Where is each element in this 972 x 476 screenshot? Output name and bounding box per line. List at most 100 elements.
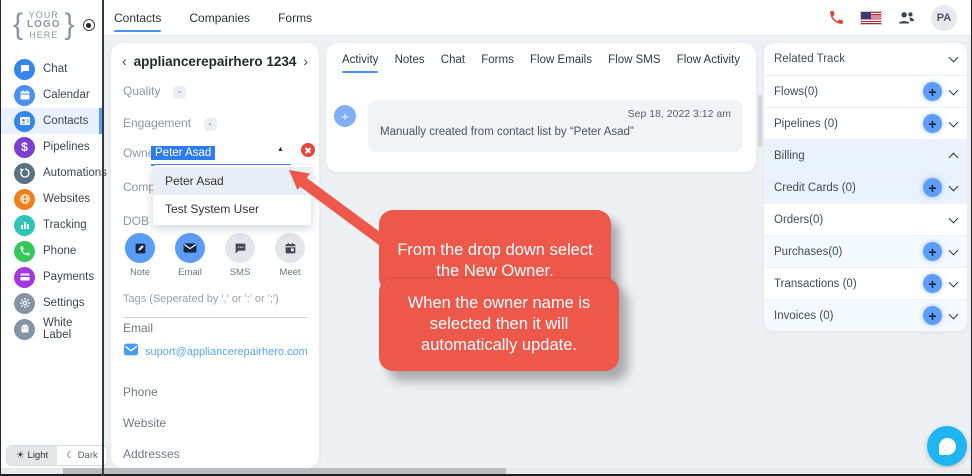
- next-contact-icon[interactable]: ›: [300, 53, 311, 69]
- add-activity-button[interactable]: +: [334, 105, 356, 127]
- sun-icon: ☀: [16, 450, 25, 461]
- dob-label: DOB: [123, 214, 150, 228]
- dialer-phone-icon[interactable]: [828, 9, 845, 26]
- tab-flow-sms[interactable]: Flow SMS: [608, 43, 660, 77]
- related-row-credit-cards[interactable]: Credit Cards (0) +: [764, 171, 967, 203]
- prev-contact-icon[interactable]: ‹: [119, 53, 130, 69]
- add-flow-button[interactable]: +: [923, 82, 942, 101]
- sidebar-item-label: Pipelines: [43, 141, 90, 153]
- related-row-related-track[interactable]: Related Track: [764, 43, 967, 75]
- quality-badge: -: [172, 86, 187, 99]
- add-purchase-button[interactable]: +: [923, 242, 942, 261]
- callout-text-1: From the drop down select the New Owner.: [397, 241, 593, 280]
- sidebar-item-label: Chat: [43, 63, 68, 75]
- note-button[interactable]: Note: [125, 233, 155, 278]
- sidebar-item-white-label[interactable]: White Label: [1, 316, 102, 342]
- chevron-down-icon[interactable]: [948, 85, 959, 95]
- plus-icon: +: [341, 108, 349, 124]
- tab-forms[interactable]: Forms: [481, 43, 514, 77]
- users-icon[interactable]: [897, 10, 916, 26]
- avatar[interactable]: PA: [931, 4, 957, 31]
- add-pipeline-button[interactable]: +: [923, 114, 942, 133]
- dropdown-option-test-system-user[interactable]: Test System User: [153, 195, 311, 223]
- phone-icon: [14, 240, 35, 262]
- tab-activity[interactable]: Activity: [342, 43, 379, 77]
- sidebar: { YOUR LOGO HERE } Chat Calendar Contact…: [1, 0, 108, 476]
- tab-companies[interactable]: Companies: [189, 0, 250, 35]
- email-section-label: Email: [123, 321, 154, 335]
- app-window: { YOUR LOGO HERE } Chat Calendar Contact…: [0, 0, 972, 476]
- theme-toggle: ☀ Light ☾ Dark: [6, 445, 108, 466]
- callout-box-2: When the owner name is selected then it …: [379, 278, 619, 371]
- theme-dark-button[interactable]: ☾ Dark: [57, 446, 107, 465]
- related-row-purchases[interactable]: Purchases(0) +: [764, 235, 967, 267]
- sidebar-item-tracking[interactable]: Tracking: [1, 212, 102, 238]
- sidebar-item-pipelines[interactable]: $ Pipelines: [1, 134, 102, 160]
- email-icon: [175, 233, 205, 263]
- remove-owner-icon[interactable]: [301, 143, 315, 157]
- activity-panel: Activity Notes Chat Forms Flow Emails Fl…: [326, 43, 756, 172]
- chevron-down-icon[interactable]: [948, 52, 959, 63]
- owner-input[interactable]: Peter Asad: [151, 143, 291, 166]
- tab-chat[interactable]: Chat: [441, 43, 465, 77]
- sidebar-item-label: Settings: [43, 297, 85, 309]
- chevron-down-icon[interactable]: [948, 309, 959, 319]
- tags-input[interactable]: Tags (Seperated by ',' or ':' or ';'): [123, 293, 279, 305]
- sidebar-item-settings[interactable]: Settings: [1, 290, 102, 316]
- related-row-flows[interactable]: Flows(0) +: [764, 75, 967, 107]
- sidebar-item-calendar[interactable]: Calendar: [1, 82, 102, 108]
- chevron-down-icon[interactable]: [948, 277, 959, 287]
- sidebar-item-contacts[interactable]: Contacts: [1, 108, 102, 134]
- payments-icon: [14, 266, 35, 288]
- sidebar-item-websites[interactable]: Websites: [1, 186, 102, 212]
- tab-forms[interactable]: Forms: [278, 0, 312, 35]
- related-panel: Related Track Flows(0) + Pipelines (0) +…: [764, 43, 967, 331]
- dropdown-option-peter-asad[interactable]: Peter Asad: [153, 167, 311, 195]
- contact-title: appliancerepairhero 1234: [133, 53, 297, 69]
- related-row-transactions[interactable]: Transactions (0) +: [764, 267, 967, 299]
- chevron-down-icon[interactable]: [948, 117, 959, 127]
- sidebar-item-label: Payments: [43, 271, 95, 283]
- sidebar-item-chat[interactable]: Chat: [1, 56, 102, 82]
- tab-flow-emails[interactable]: Flow Emails: [530, 43, 592, 77]
- activity-text: Manually created from contact list by “P…: [380, 126, 634, 138]
- chat-widget-button[interactable]: [927, 426, 967, 466]
- main-tabs: Contacts Companies Forms: [104, 0, 312, 35]
- chevron-down-icon[interactable]: [948, 213, 959, 223]
- chevron-up-icon[interactable]: [948, 152, 959, 163]
- meet-button[interactable]: Meet: [275, 233, 305, 278]
- email-link[interactable]: suport@appliancerepairhero.com: [145, 346, 308, 358]
- tab-flow-activity[interactable]: Flow Activity: [677, 43, 740, 77]
- related-row-pipelines[interactable]: Pipelines (0) +: [764, 107, 967, 139]
- tab-notes[interactable]: Notes: [395, 43, 425, 77]
- chevron-down-icon[interactable]: [948, 181, 959, 191]
- email-button[interactable]: Email: [175, 233, 205, 278]
- engagement-label: Engagement: [123, 116, 192, 130]
- related-row-orders[interactable]: Orders(0): [764, 203, 967, 235]
- add-credit-card-button[interactable]: +: [923, 178, 942, 197]
- sidebar-divider: [102, 0, 104, 476]
- tab-contacts[interactable]: Contacts: [114, 0, 162, 35]
- activity-entry: Sep 18, 2022 3:12 am Manually created fr…: [368, 100, 743, 152]
- theme-light-button[interactable]: ☀ Light: [7, 446, 58, 465]
- chat-icon: [14, 58, 35, 80]
- language-flag-icon[interactable]: [860, 10, 882, 25]
- sidebar-item-automations[interactable]: Automations: [1, 160, 107, 186]
- sms-icon: [225, 233, 255, 263]
- callout-text-2: When the owner name is selected then it …: [407, 294, 591, 354]
- phone-section-label: Phone: [123, 385, 158, 399]
- dropdown-caret-icon[interactable]: ▲: [277, 146, 284, 153]
- related-row-invoices[interactable]: Invoices (0) +: [764, 299, 967, 331]
- add-transaction-button[interactable]: +: [923, 274, 942, 293]
- add-invoice-button[interactable]: +: [923, 306, 942, 325]
- sidebar-item-payments[interactable]: Payments: [1, 264, 102, 290]
- vertical-scrollbar[interactable]: [758, 95, 762, 147]
- note-icon: [125, 233, 155, 263]
- chevron-down-icon[interactable]: [948, 245, 959, 255]
- logo-line-2: LOGO: [27, 19, 61, 30]
- related-row-billing[interactable]: Billing: [764, 139, 967, 171]
- logo-radio-icon[interactable]: [82, 19, 95, 31]
- moon-icon: ☾: [66, 450, 75, 461]
- sms-button[interactable]: SMS: [225, 233, 255, 278]
- sidebar-item-phone[interactable]: Phone: [1, 238, 102, 264]
